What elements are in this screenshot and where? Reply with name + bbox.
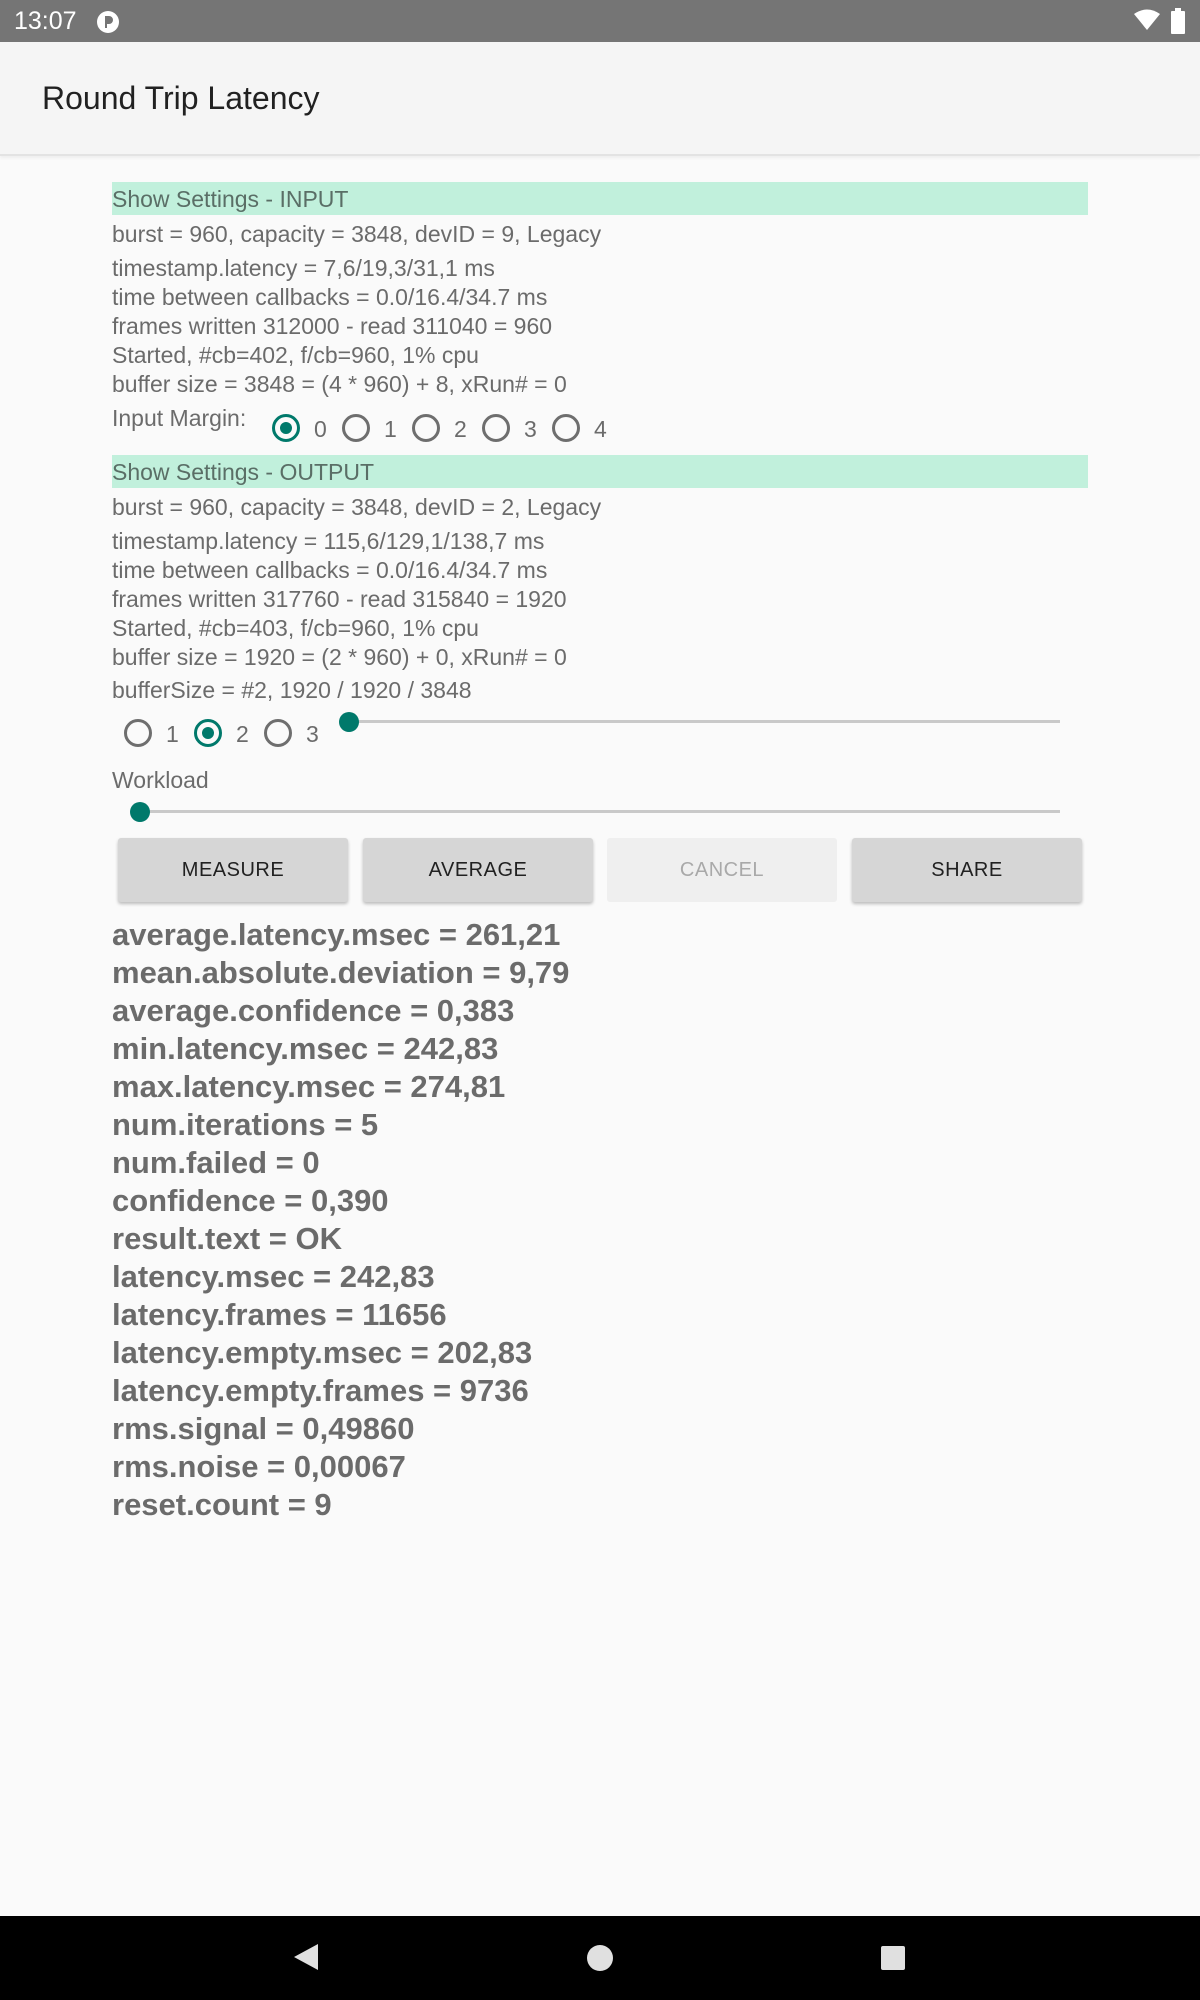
input-margin-label-0: 0	[314, 416, 327, 442]
result-line: result.text = OK	[112, 1221, 342, 1256]
result-line: latency.msec = 242,83	[112, 1259, 435, 1294]
battery-icon	[1170, 8, 1186, 39]
result-line: min.latency.msec = 242,83	[112, 1031, 499, 1066]
input-margin-label-2: 2	[454, 416, 467, 442]
wifi-icon	[1133, 8, 1161, 37]
result-line: num.failed = 0	[112, 1145, 320, 1180]
input-margin-label-3: 3	[524, 416, 537, 442]
cancel-button[interactable]: CANCEL	[607, 838, 837, 902]
result-line: latency.empty.frames = 9736	[112, 1373, 529, 1408]
result-line: mean.absolute.deviation = 9,79	[112, 955, 570, 990]
input-margin-label-1: 1	[384, 416, 397, 442]
buffer-radio-3[interactable]	[264, 719, 292, 747]
output-info-burst: burst = 960, capacity = 3848, devID = 2,…	[112, 494, 602, 520]
average-button[interactable]: AVERAGE	[363, 838, 593, 902]
buffer-size-slider[interactable]	[349, 720, 1060, 723]
back-icon[interactable]	[292, 1942, 320, 1977]
input-margin-radio-1[interactable]	[342, 414, 370, 442]
input-info-timestamp-latency: timestamp.latency = 7,6/19,3/31,1 ms	[112, 255, 495, 281]
navigation-bar	[0, 1916, 1200, 2000]
app-notification-icon	[96, 10, 120, 39]
input-info-frames: frames written 312000 - read 311040 = 96…	[112, 313, 553, 339]
input-margin-radio-3[interactable]	[482, 414, 510, 442]
result-line: max.latency.msec = 274,81	[112, 1069, 506, 1104]
buffer-label-3: 3	[306, 721, 319, 747]
result-line: average.latency.msec = 261,21	[112, 917, 561, 952]
share-button[interactable]: SHARE	[852, 838, 1082, 902]
input-margin-radio-4[interactable]	[552, 414, 580, 442]
output-info-buffer-size: buffer size = 1920 = (2 * 960) + 0, xRun…	[112, 644, 567, 670]
result-line: rms.noise = 0,00067	[112, 1449, 406, 1484]
workload-label: Workload	[112, 767, 209, 793]
input-margin-radio-0[interactable]	[272, 414, 300, 442]
workload-slider[interactable]	[140, 810, 1060, 813]
result-line: rms.signal = 0,49860	[112, 1411, 415, 1446]
output-info-buffersize-setting: bufferSize = #2, 1920 / 1920 / 3848	[112, 677, 472, 703]
result-line: confidence = 0,390	[112, 1183, 389, 1218]
status-bar: 13:07	[0, 0, 1200, 42]
result-line: latency.frames = 11656	[112, 1297, 447, 1332]
input-margin-radio-2[interactable]	[412, 414, 440, 442]
workload-slider-thumb[interactable]	[130, 802, 150, 822]
result-line: average.confidence = 0,383	[112, 993, 515, 1028]
app-bar: Round Trip Latency	[0, 42, 1200, 156]
output-info-started: Started, #cb=403, f/cb=960, 1% cpu	[112, 615, 479, 641]
result-line: num.iterations = 5	[112, 1107, 379, 1142]
buffer-size-slider-thumb[interactable]	[339, 712, 359, 732]
buffer-label-2: 2	[236, 721, 249, 747]
status-time: 13:07	[14, 7, 77, 35]
recents-icon[interactable]	[880, 1945, 906, 1976]
input-info-burst: burst = 960, capacity = 3848, devID = 9,…	[112, 221, 602, 247]
input-info-started: Started, #cb=402, f/cb=960, 1% cpu	[112, 342, 479, 368]
home-icon[interactable]	[586, 1944, 614, 1977]
buffer-radio-1[interactable]	[124, 719, 152, 747]
result-line: latency.empty.msec = 202,83	[112, 1335, 533, 1370]
input-margin-label-4: 4	[594, 416, 607, 442]
show-settings-input-toggle[interactable]: Show Settings - INPUT	[112, 182, 1088, 215]
page-title: Round Trip Latency	[42, 80, 320, 116]
show-settings-output-toggle[interactable]: Show Settings - OUTPUT	[112, 455, 1088, 488]
result-line: reset.count = 9	[112, 1487, 332, 1522]
output-info-frames: frames written 317760 - read 315840 = 19…	[112, 586, 567, 612]
measure-button[interactable]: MEASURE	[118, 838, 348, 902]
output-info-timestamp-latency: timestamp.latency = 115,6/129,1/138,7 ms	[112, 528, 545, 554]
buffer-radio-2[interactable]	[194, 719, 222, 747]
input-info-buffer-size: buffer size = 3848 = (4 * 960) + 8, xRun…	[112, 371, 567, 397]
buffer-label-1: 1	[166, 721, 179, 747]
output-info-callbacks: time between callbacks = 0.0/16.4/34.7 m…	[112, 557, 548, 583]
input-info-callbacks: time between callbacks = 0.0/16.4/34.7 m…	[112, 284, 548, 310]
input-margin-label: Input Margin:	[112, 405, 247, 431]
